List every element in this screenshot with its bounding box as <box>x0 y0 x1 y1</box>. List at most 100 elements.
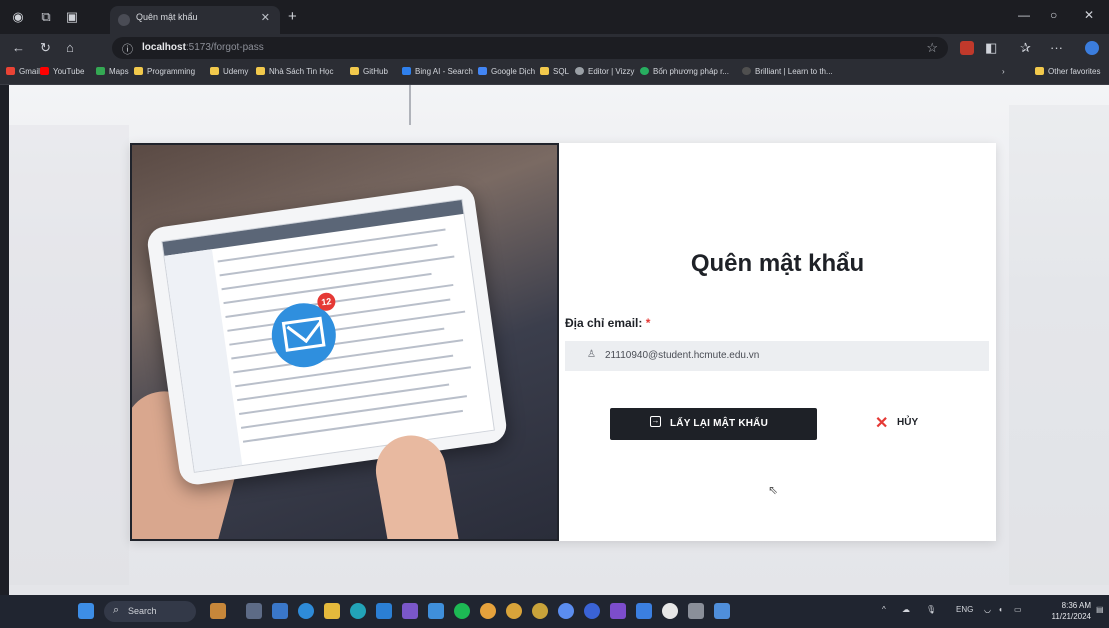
app-icon[interactable] <box>272 603 288 619</box>
clock-date: 11/21/2024 <box>1051 612 1091 621</box>
bookmark-label: Brilliant | Learn to th... <box>755 67 833 76</box>
bookmark-google-dich[interactable]: Google Dịch <box>478 67 535 76</box>
url-text: localhost:5173/forgot-pass <box>142 42 264 53</box>
workspaces-icon[interactable]: ⧉ <box>38 9 54 25</box>
folder-icon <box>256 67 265 75</box>
bookmark-gmail[interactable]: Gmail <box>6 67 40 76</box>
start-icon[interactable] <box>78 603 94 619</box>
tablet-illustration: 12 <box>145 183 509 487</box>
spotify-icon[interactable] <box>454 603 470 619</box>
bookmarks-overflow-icon[interactable]: › <box>1002 67 1005 76</box>
user-icon: ♙ <box>587 349 596 360</box>
maximize-icon[interactable]: ○ <box>1050 8 1057 22</box>
bookmark-label: Google Dịch <box>491 67 536 76</box>
profile-icon[interactable]: ◉ <box>10 9 26 25</box>
bookmark-bon-phuong-phap[interactable]: Bốn phương pháp r... <box>640 67 729 76</box>
app-icon[interactable] <box>636 603 652 619</box>
bookmark-vizzy[interactable]: Editor | Vizzy <box>575 67 634 76</box>
clock[interactable]: 8:36 AM 11/21/2024 <box>1047 600 1091 622</box>
email-row <box>231 327 445 360</box>
bookmark-github[interactable]: GitHub <box>350 67 388 76</box>
active-tab[interactable]: Quên mật khẩu ✕ <box>110 6 280 34</box>
app-icon[interactable] <box>298 603 314 619</box>
minimize-icon[interactable]: — <box>1018 8 1030 22</box>
zoom-icon[interactable] <box>584 603 600 619</box>
url-path: :5173/forgot-pass <box>185 42 264 53</box>
app-icon[interactable] <box>662 603 678 619</box>
email-field[interactable]: ♙ 21110940@student.hcmute.edu.vn <box>565 341 989 371</box>
more-menu-icon[interactable]: ··· <box>1050 40 1063 55</box>
new-tab-icon[interactable]: + <box>288 8 297 25</box>
microphone-icon[interactable]: 🎙 <box>926 605 936 614</box>
chrome-icon[interactable] <box>506 603 522 619</box>
bookmark-label: Editor | Vizzy <box>588 67 635 76</box>
wifi-icon[interactable]: ◡ <box>984 605 991 614</box>
refresh-icon[interactable]: ↻ <box>40 40 51 56</box>
bookmark-label: Nhà Sách Tin Học <box>269 67 334 76</box>
task-view-icon[interactable] <box>246 603 262 619</box>
bookmark-bing-ai[interactable]: Bing AI - Search <box>402 67 473 76</box>
split-screen-icon[interactable]: ◧ <box>985 40 997 56</box>
bookmark-label: GitHub <box>363 67 388 76</box>
taskbar-search[interactable]: ⌕ Search <box>104 601 196 622</box>
tab-close-icon[interactable]: ✕ <box>261 11 270 24</box>
edge-icon[interactable] <box>350 603 366 619</box>
home-icon[interactable]: ⌂ <box>66 40 74 55</box>
bookmark-maps[interactable]: Maps <box>96 67 129 76</box>
back-icon[interactable]: ← <box>12 40 25 55</box>
bing-icon <box>402 67 411 75</box>
site-icon <box>640 67 649 75</box>
cloud-icon[interactable]: ☁ <box>902 605 910 614</box>
email-label-text: Địa chỉ email: <box>565 316 643 330</box>
folder-icon <box>350 67 359 75</box>
email-row <box>238 383 450 415</box>
app-icon[interactable] <box>558 603 574 619</box>
bookmarks-bar: Gmail YouTube Maps Programming Udemy Nhà… <box>0 62 1109 85</box>
tab-favicon-icon <box>118 14 130 26</box>
bookmark-label: Bing AI - Search <box>415 67 473 76</box>
required-mark: * <box>645 316 651 330</box>
bookmark-nha-sach[interactable]: Nhà Sách Tin Học <box>256 67 333 76</box>
settings-icon[interactable] <box>688 603 704 619</box>
app-icon[interactable] <box>402 603 418 619</box>
forgot-password-card: 12 Quên mật khẩu Địa chỉ email: * ♙ 2111… <box>130 143 996 541</box>
chrome-icon[interactable] <box>532 603 548 619</box>
widgets-icon[interactable] <box>210 603 226 619</box>
close-window-icon[interactable]: ✕ <box>1084 8 1094 22</box>
bookmark-brilliant[interactable]: Brilliant | Learn to th... <box>742 67 833 76</box>
app-icon[interactable] <box>714 603 730 619</box>
reset-password-button[interactable]: → LẤY LẠI MẬT KHẨU <box>610 408 817 440</box>
address-bar[interactable]: ⓘ localhost:5173/forgot-pass ☆ <box>112 37 948 59</box>
background-shape <box>9 125 129 585</box>
favorite-star-icon[interactable]: ☆ <box>926 40 938 56</box>
tray-overflow-icon[interactable]: ^ <box>882 605 886 614</box>
youtube-icon <box>40 67 49 75</box>
cancel-label: HỦY <box>897 417 919 428</box>
page-title: Quên mật khẩu <box>690 250 865 277</box>
favorites-icon[interactable]: ✰ <box>1020 40 1031 56</box>
battery-icon[interactable]: ▭ <box>1014 605 1022 614</box>
bookmark-other-favorites[interactable]: Other favorites <box>1035 67 1100 76</box>
tab-title: Quên mật khẩu <box>136 12 198 22</box>
bookmark-sql[interactable]: SQL <box>540 67 569 76</box>
copilot-icon[interactable] <box>1085 41 1099 55</box>
login-arrow-icon: → <box>650 416 661 427</box>
clock-time: 8:36 AM <box>1061 601 1091 610</box>
tab-actions-icon[interactable]: ▣ <box>64 9 80 25</box>
bookmark-youtube[interactable]: YouTube <box>40 67 84 76</box>
reset-password-label: LẤY LẠI MẬT KHẨU <box>670 418 769 429</box>
language-indicator[interactable]: ENG <box>956 605 973 614</box>
email-row <box>242 409 464 443</box>
bookmark-programming[interactable]: Programming <box>134 67 195 76</box>
app-icon[interactable] <box>428 603 444 619</box>
file-explorer-icon[interactable] <box>324 603 340 619</box>
bookmark-udemy[interactable]: Udemy <box>210 67 248 76</box>
app-icon[interactable] <box>610 603 626 619</box>
volume-icon[interactable]: ◖ <box>998 605 1003 614</box>
notifications-icon[interactable]: ▤ <box>1096 605 1104 614</box>
chrome-icon[interactable] <box>480 603 496 619</box>
site-info-icon[interactable]: ⓘ <box>122 41 133 57</box>
extension-icon[interactable] <box>960 41 974 55</box>
folder-icon <box>1035 67 1044 75</box>
vscode-icon[interactable] <box>376 603 392 619</box>
